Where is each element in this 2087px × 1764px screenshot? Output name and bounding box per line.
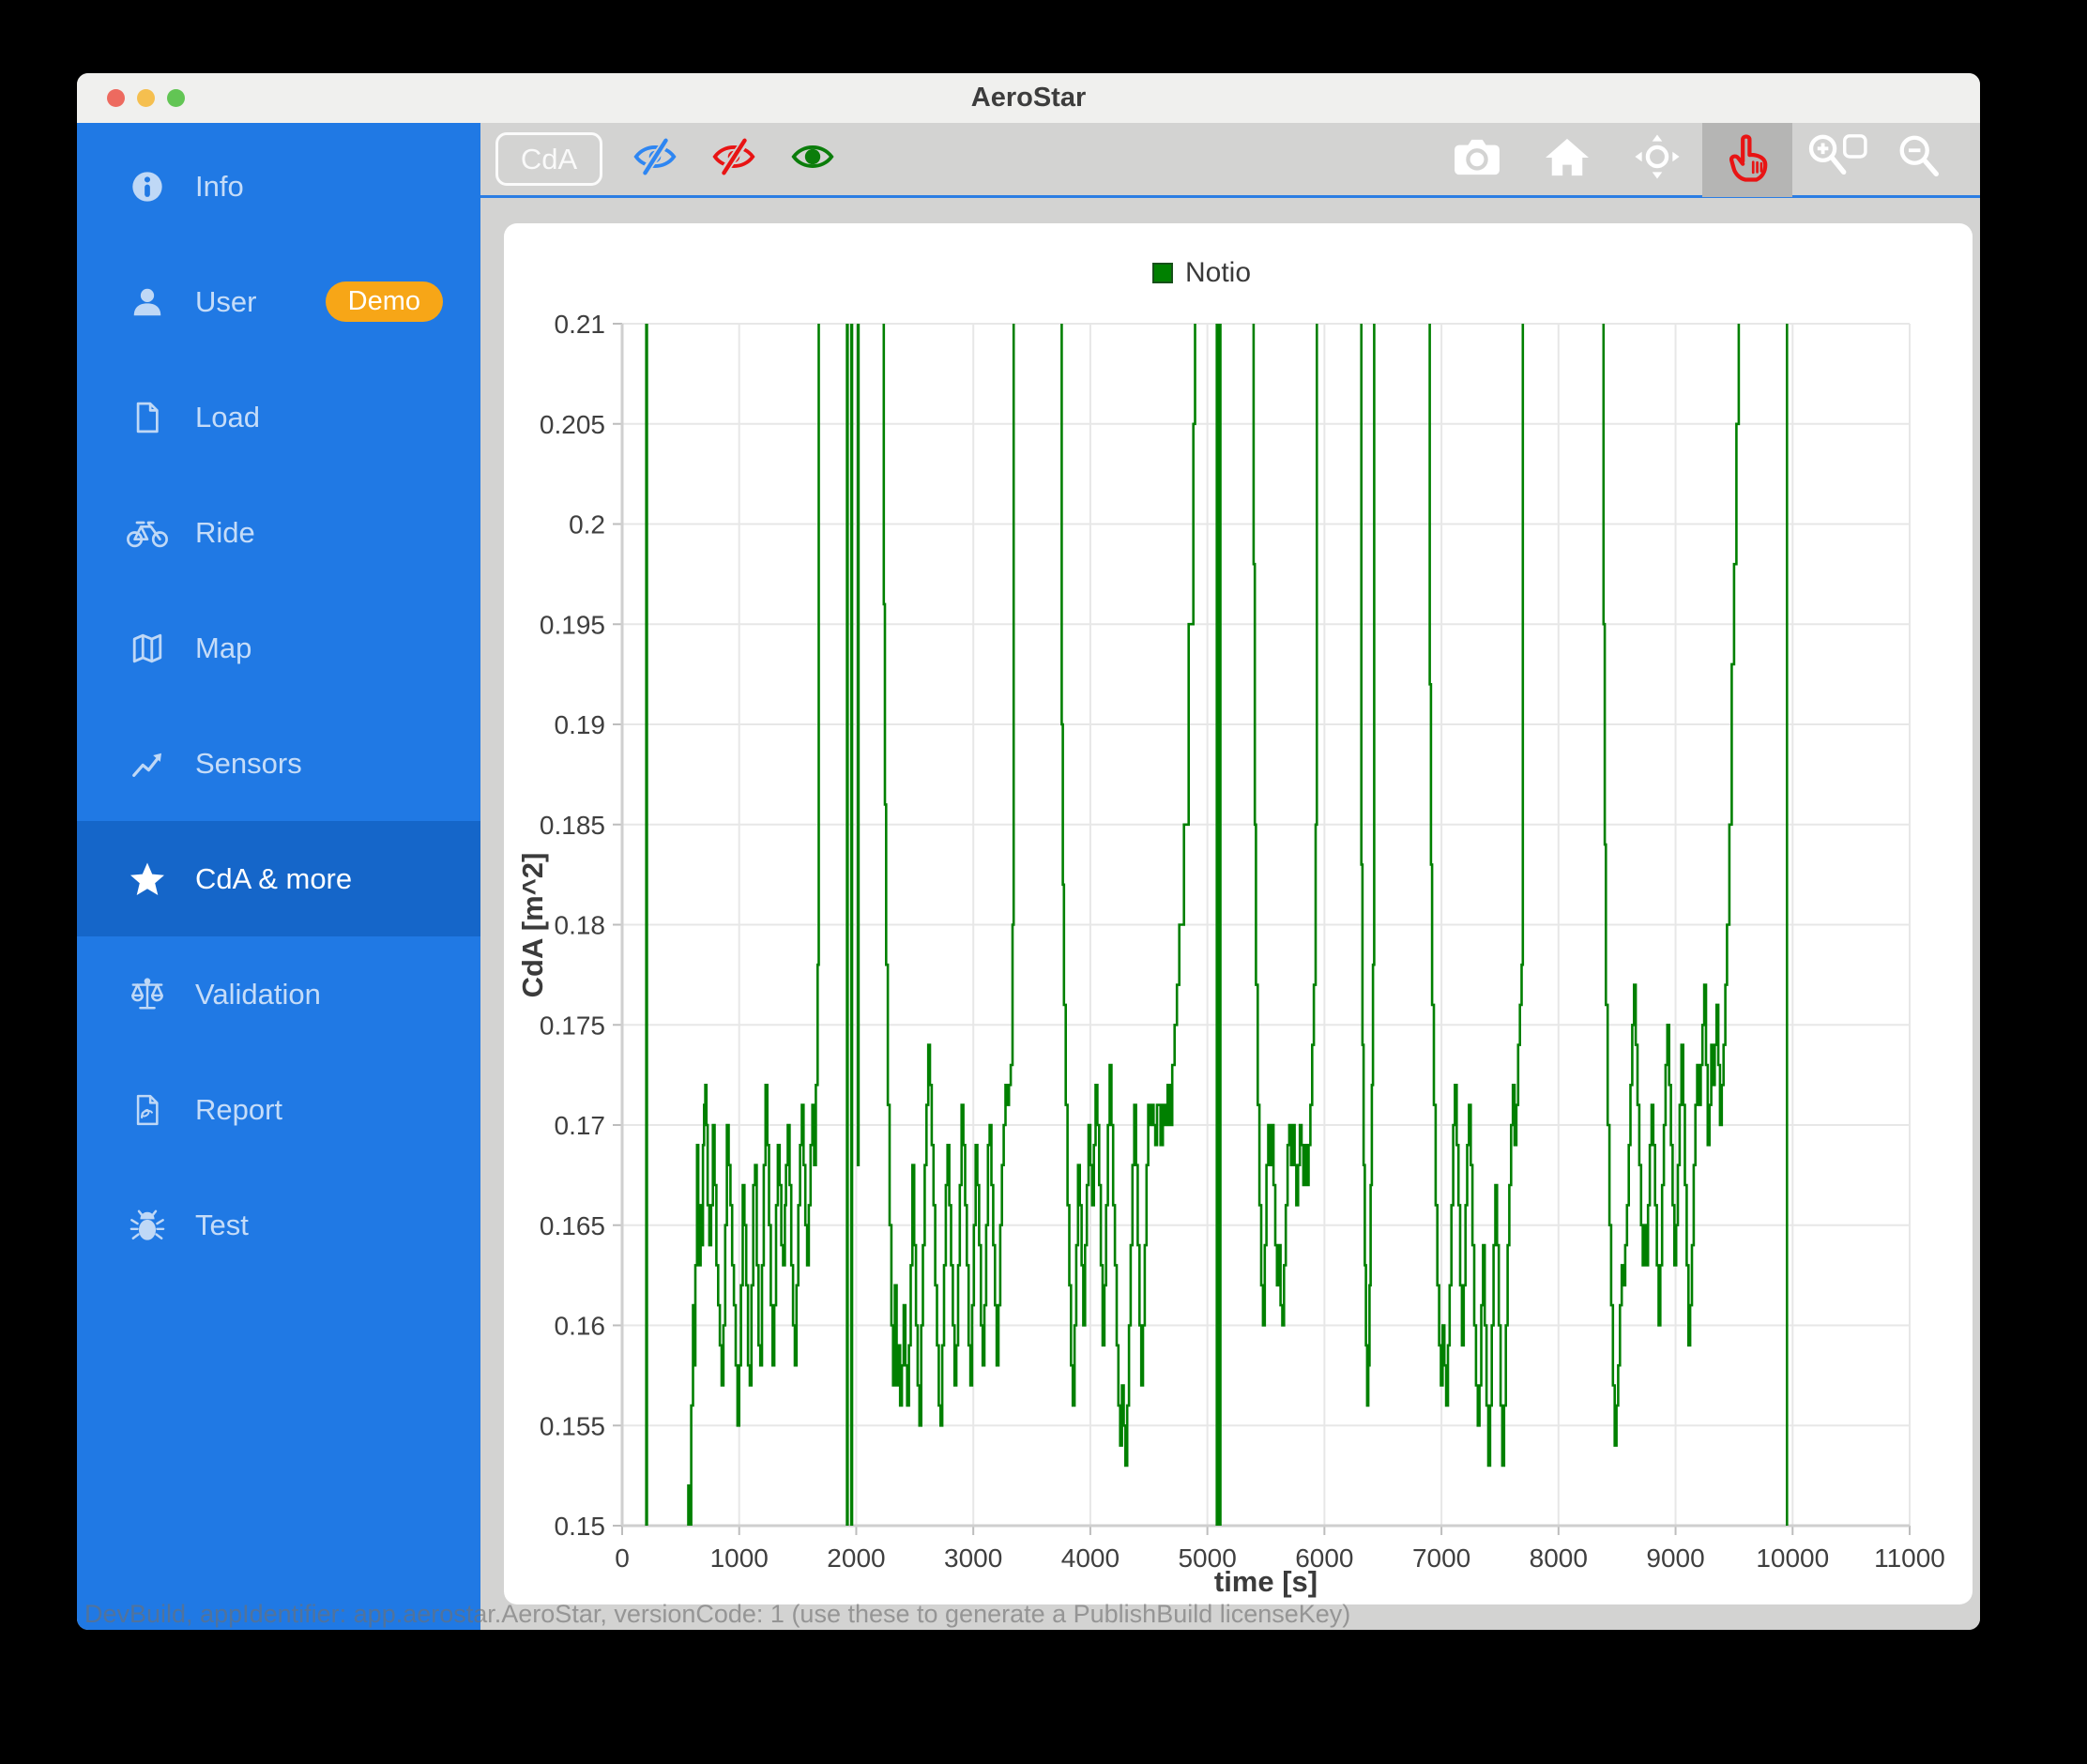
- camera-icon: [1452, 136, 1502, 182]
- sidebar: Info User Demo Load Ride Map Sensors CdA…: [77, 123, 480, 1630]
- sidebar-item-label: Report: [195, 1092, 283, 1126]
- demo-badge: Demo: [325, 281, 443, 322]
- sidebar-item-cda-and-more[interactable]: CdA & more: [77, 821, 480, 936]
- move-icon: [1634, 133, 1681, 185]
- bicycle-icon: [126, 517, 169, 549]
- sidebar-item-validation[interactable]: Validation: [77, 936, 480, 1052]
- hand-cursor-icon: [1724, 131, 1771, 187]
- ytick-label: 0.17: [555, 1111, 606, 1140]
- file-icon: [126, 400, 169, 435]
- chart-plot-area[interactable]: 0.15 0.155 0.16 0.165 0.17 0.175 0.18 0.185 0.19…: [504, 223, 1973, 1602]
- sidebar-item-label: Load: [195, 400, 260, 433]
- title-bar[interactable]: AeroStar: [77, 73, 1980, 123]
- pdf-file-icon: [126, 1092, 169, 1128]
- zoom-in-box-icon: [1807, 131, 1867, 187]
- map-icon: [126, 631, 169, 666]
- eye-slash-blue-toggle[interactable]: [629, 122, 681, 197]
- info-icon: [126, 169, 169, 205]
- ytick-label: 0.195: [540, 610, 605, 639]
- eye-green-icon: [789, 138, 836, 180]
- app-window: AeroStar Info User Demo Load Ride Map Se…: [77, 73, 1980, 1630]
- sidebar-item-label: Validation: [195, 977, 321, 1011]
- eye-slash-red-icon: [710, 137, 757, 180]
- sidebar-item-label: Sensors: [195, 746, 302, 780]
- ytick-label: 0.2: [569, 510, 605, 540]
- eye-green-toggle[interactable]: [786, 122, 839, 197]
- chart-panel[interactable]: Notio 0.15 0.155 0.16 0.165 0.17 0.175 0.18 0.1…: [504, 223, 1973, 1604]
- minimize-button[interactable]: [137, 89, 155, 107]
- ytick-label: 0.165: [540, 1211, 605, 1240]
- ytick-label: 0.18: [555, 911, 606, 940]
- ytick-label: 0.205: [540, 410, 605, 439]
- eye-slash-red-toggle[interactable]: [708, 122, 760, 197]
- desktop: { "window": { "title": "AeroStar" }, "si…: [0, 0, 2087, 1764]
- sidebar-item-map[interactable]: Map: [77, 590, 480, 706]
- scale-icon: [126, 977, 169, 1012]
- series-notio: [645, 324, 1789, 1526]
- sidebar-item-load[interactable]: Load: [77, 359, 480, 475]
- sidebar-item-test[interactable]: Test: [77, 1167, 480, 1283]
- sidebar-item-label: Ride: [195, 515, 255, 549]
- window-title: AeroStar: [970, 83, 1087, 113]
- cda-button[interactable]: CdA: [495, 132, 602, 186]
- pan-move-button[interactable]: [1612, 122, 1702, 197]
- ytick-label: 0.155: [540, 1411, 605, 1440]
- ytick-label: 0.21: [555, 310, 606, 339]
- home-view-button[interactable]: [1522, 122, 1612, 197]
- toolbar: CdA: [480, 121, 1980, 198]
- zoom-to-rect-button[interactable]: [1792, 122, 1882, 197]
- ytick-label: 0.16: [555, 1312, 606, 1341]
- star-icon: [126, 860, 169, 898]
- y-axis-title: CdA [m^2]: [516, 852, 549, 998]
- ytick-label: 0.15: [555, 1512, 606, 1541]
- sidebar-item-sensors[interactable]: Sensors: [77, 706, 480, 821]
- user-icon: [126, 284, 169, 320]
- sidebar-item-info[interactable]: Info: [77, 129, 480, 244]
- sidebar-item-report[interactable]: Report: [77, 1052, 480, 1167]
- chart-line-icon: [126, 746, 169, 782]
- close-button[interactable]: [107, 89, 125, 107]
- zoom-out-button[interactable]: [1882, 122, 1958, 197]
- sidebar-item-user[interactable]: User Demo: [77, 244, 480, 359]
- maximize-button[interactable]: [167, 89, 185, 107]
- sidebar-item-label: User: [195, 284, 257, 318]
- home-icon: [1544, 136, 1591, 182]
- content-area: Notio 0.15 0.155 0.16 0.165 0.17 0.175 0.18 0.1…: [480, 198, 1980, 1630]
- screenshot-button[interactable]: [1432, 122, 1522, 197]
- sidebar-item-label: Info: [195, 169, 244, 203]
- ytick-label: 0.19: [555, 710, 606, 739]
- sidebar-item-label: Map: [195, 631, 252, 664]
- x-axis-title: time [s]: [1213, 1565, 1318, 1598]
- sidebar-item-ride[interactable]: Ride: [77, 475, 480, 590]
- zoom-out-icon: [1895, 131, 1945, 187]
- sidebar-item-label: CdA & more: [195, 861, 353, 895]
- bug-icon: [126, 1208, 169, 1243]
- sidebar-item-label: Test: [195, 1208, 249, 1241]
- eye-slash-blue-icon: [632, 137, 678, 180]
- traffic-lights: [107, 73, 185, 123]
- ytick-label: 0.175: [540, 1011, 605, 1040]
- dev-build-footer: DevBuild, appIdentifier: app.aerostar.Ae…: [84, 1600, 1351, 1628]
- ytick-label: 0.185: [540, 811, 605, 840]
- hand-tool-button[interactable]: [1702, 121, 1792, 197]
